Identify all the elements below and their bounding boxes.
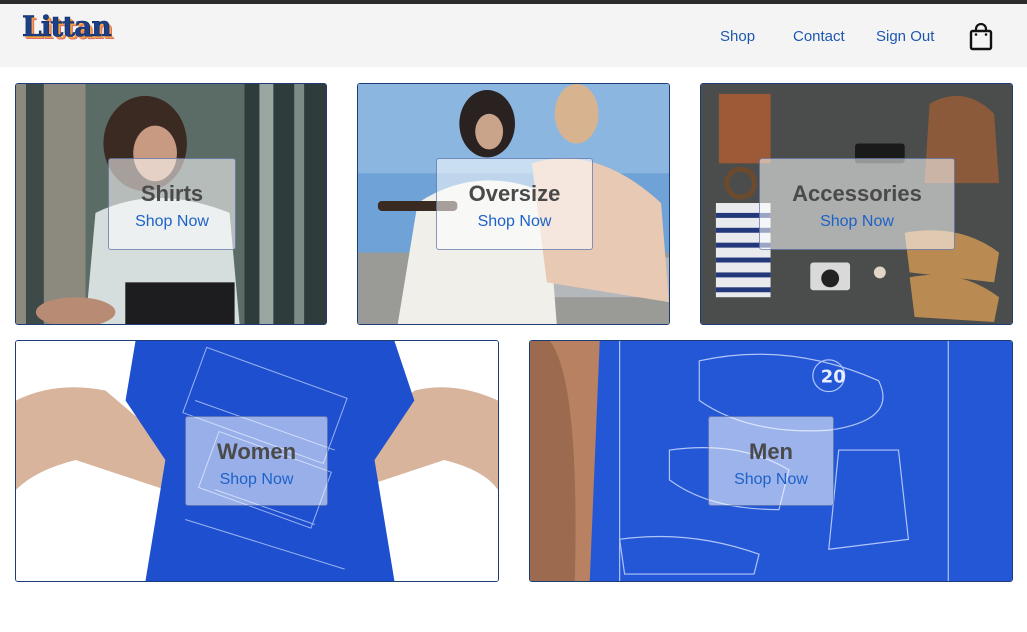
category-overlay: Women Shop Now [185,416,328,506]
category-overlay: Men Shop Now [708,416,834,506]
brand-logo[interactable]: Littan [22,10,117,54]
shop-now-link[interactable]: Shop Now [109,213,235,231]
category-tile-oversize[interactable]: Oversize Shop Now [357,83,670,325]
shop-now-link[interactable]: Shop Now [760,213,954,231]
category-overlay: Oversize Shop Now [436,158,593,250]
nav-sign-out-link[interactable]: Sign Out [876,28,934,45]
category-title: Shirts [140,181,204,206]
category-tile-men[interactable]: 20 Men Shop Now [529,340,1013,582]
nav-shop-link[interactable]: Shop [720,28,755,45]
shop-now-link[interactable]: Shop Now [186,471,327,489]
category-title: Men [749,439,793,464]
category-tile-accessories[interactable]: Accessories Shop Now [700,83,1013,325]
nav-contact-link[interactable]: Contact [793,28,845,45]
category-overlay: Shirts Shop Now [108,158,236,250]
category-title: Women [216,439,297,464]
category-tile-women[interactable]: Women Shop Now [15,340,499,582]
shop-now-link[interactable]: Shop Now [437,213,592,231]
category-title: Accessories [792,181,922,206]
site-header: Littan Shop Contact Sign Out [0,4,1027,67]
category-title: Oversize [468,181,561,206]
category-tile-shirts[interactable]: Shirts Shop Now [15,83,327,325]
category-overlay: Accessories Shop Now [759,158,955,250]
brand-logo-text: Littan [22,10,112,44]
svg-text:20: 20 [821,367,846,388]
shopping-bag-icon[interactable] [969,22,993,51]
shop-now-link[interactable]: Shop Now [709,471,833,489]
